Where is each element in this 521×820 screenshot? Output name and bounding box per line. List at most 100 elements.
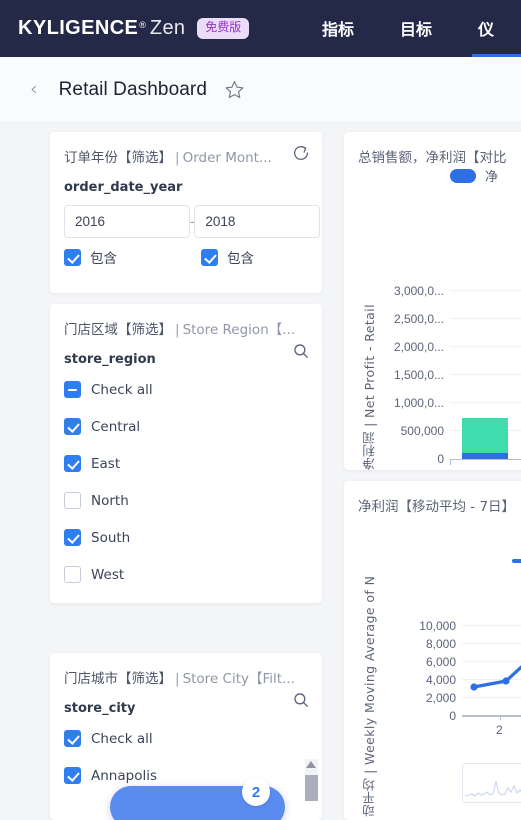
include-to-label: 包含 <box>227 251 254 267</box>
back-button[interactable]: ‹ <box>30 80 38 99</box>
include-from-checkbox[interactable] <box>64 248 81 266</box>
legend-swatch-moving-average[interactable] <box>512 559 521 563</box>
store-region-option-list: Check all Central East North South West <box>50 367 322 601</box>
y-tick-label: 4,000 <box>425 673 456 687</box>
y-tick-label: 8,000 <box>425 637 456 651</box>
checkbox-check-all[interactable] <box>64 381 81 398</box>
option-label: Check all <box>91 730 153 747</box>
filter-title-cn: 门店区域【筛选】 <box>64 322 172 338</box>
line-series-net-profit[interactable] <box>462 611 521 717</box>
chart-title-net-profit-ma: 净利润【移动平均 - 7日】 <box>358 499 516 515</box>
order-year-include-row: 包含 包含 <box>50 238 322 281</box>
y-tick-label: 2,000 <box>425 691 456 705</box>
nav-item-dashboard[interactable]: 仪 <box>472 0 521 57</box>
option-label: North <box>91 492 129 509</box>
line-chart-y-axis-title: 动平均 | Weekly Moving Average of N <box>362 575 377 817</box>
filter-title-separator: | <box>175 150 180 166</box>
brand-name: KYLIGENCE <box>18 17 139 39</box>
y-tick-label: 2,500,0... <box>393 312 444 326</box>
option-label: East <box>91 455 121 472</box>
y-tick-label: 0 <box>449 709 456 723</box>
include-to-checkbox-group[interactable]: 包含 <box>201 247 254 267</box>
gridline <box>450 346 521 347</box>
bar-total-sales-1[interactable] <box>462 418 508 453</box>
list-item[interactable]: North <box>64 482 308 519</box>
chart-range-slider[interactable] <box>462 763 521 803</box>
bar-chart-body: 净利润 | Net Profit - Retail 3,000,0... 2,5… <box>344 166 521 470</box>
list-item[interactable]: Check all <box>64 720 308 757</box>
chart-title-sales-profit: 总销售额，净利润【对比 <box>358 150 507 166</box>
y-tick-label: 1,500,0... <box>393 368 444 382</box>
y-tick-label: 500,000 <box>400 424 444 438</box>
list-item[interactable]: Central <box>64 408 308 445</box>
filter-title-cn: 订单年份【筛选】 <box>64 150 172 166</box>
option-label: Check all <box>91 381 153 398</box>
list-item[interactable]: West <box>64 556 308 593</box>
list-item[interactable]: South <box>64 519 308 556</box>
order-year-to-input[interactable] <box>194 205 321 238</box>
chart-card-net-profit-ma: 净利润【移动平均 - 7日】 动平均 | Weekly Moving Avera… <box>344 481 521 820</box>
checkbox-north[interactable] <box>64 492 81 509</box>
refresh-icon[interactable] <box>292 144 312 164</box>
range-slider-sparkline <box>464 779 521 797</box>
checkbox-central[interactable] <box>64 418 81 435</box>
filter-card-order-year: 订单年份【筛选】|Order Mont... order_date_year -… <box>50 132 322 293</box>
scroll-up-arrow-icon[interactable] <box>306 761 316 768</box>
option-label: West <box>91 566 125 583</box>
gridline <box>450 290 521 291</box>
list-item[interactable]: Check all <box>64 371 308 408</box>
filter-card-store-region: 门店区域【筛选】 | Store Region【... store_region C… <box>50 304 322 603</box>
option-label: South <box>91 529 131 546</box>
include-from-checkbox-group[interactable]: 包含 <box>64 247 117 267</box>
y-tick-label: 6,000 <box>425 655 456 669</box>
filter-title-en: Order Mont... <box>182 150 272 166</box>
filter-field-name-store-region: store_region <box>64 352 156 367</box>
y-tick-label: 2,000,0... <box>393 340 444 354</box>
filter-field-name-order-year: order_date_year <box>64 180 183 195</box>
include-to-checkbox[interactable] <box>201 248 218 266</box>
checkbox-south[interactable] <box>64 529 81 546</box>
gridline <box>450 402 521 403</box>
order-year-range-row: - <box>50 195 322 238</box>
checkbox-east[interactable] <box>64 455 81 472</box>
filter-field-name-store-city: store_city <box>64 701 136 716</box>
search-icon[interactable] <box>292 342 310 360</box>
list-item[interactable]: East <box>64 445 308 482</box>
x-tick-label: 1 <box>481 468 488 470</box>
page-header: ‹ Retail Dashboard <box>0 57 521 123</box>
y-tick-label: 0 <box>437 452 444 466</box>
filter-title-en: Store Region【... <box>182 322 296 338</box>
checkbox-annapolis[interactable] <box>64 767 81 784</box>
brand-product: Zen <box>149 17 186 39</box>
brand-logo[interactable]: KYLIGENCE ® Zen <box>18 17 185 40</box>
line-chart-body: 动平均 | Weekly Moving Average of N 10,000 … <box>344 515 521 820</box>
chart-card-sales-profit: 总销售额，净利润【对比 净 净利润 | Net Profit - Retail … <box>344 132 521 470</box>
registered-mark-icon: ® <box>139 20 146 30</box>
x-tick-label: 2 <box>496 723 503 737</box>
floating-badge-count[interactable]: 2 <box>242 778 270 806</box>
filter-card-order-year-title: 订单年份【筛选】 | Order Mont... <box>50 132 322 166</box>
include-from-label: 包含 <box>90 251 117 267</box>
vertical-scrollbar-thumb[interactable] <box>305 775 318 801</box>
nav-item-metrics[interactable]: 指标 <box>322 0 354 57</box>
gridline <box>450 374 521 375</box>
gridline <box>450 318 521 319</box>
top-navigation-bar: KYLIGENCE ® Zen 免费版 指标 目标 仪 <box>0 0 521 57</box>
filter-card-store-city-title: 门店城市【筛选】 | Store City【Filt... <box>50 653 322 687</box>
dashboard-content: 订单年份【筛选】|Order Mont... order_date_year -… <box>0 123 521 820</box>
nav-item-goals[interactable]: 目标 <box>400 0 432 57</box>
main-nav-items: 指标 目标 仪 <box>322 0 521 57</box>
search-icon[interactable] <box>292 691 310 709</box>
filter-card-store-region-title: 门店区域【筛选】 | Store Region【... <box>50 304 322 338</box>
checkbox-check-all[interactable] <box>64 730 81 747</box>
option-label: Central <box>91 418 141 435</box>
checkbox-west[interactable] <box>64 566 81 583</box>
order-year-from-input[interactable] <box>64 205 190 238</box>
y-tick-label: 1,000,0... <box>393 396 444 410</box>
filter-title-cn: 门店城市【筛选】 <box>64 671 172 687</box>
free-plan-badge[interactable]: 免费版 <box>197 18 250 39</box>
page-title: Retail Dashboard <box>58 78 208 100</box>
favorite-star-icon[interactable] <box>224 79 245 100</box>
x-tickmark <box>450 459 451 465</box>
y-tick-label: 10,000 <box>419 619 456 633</box>
